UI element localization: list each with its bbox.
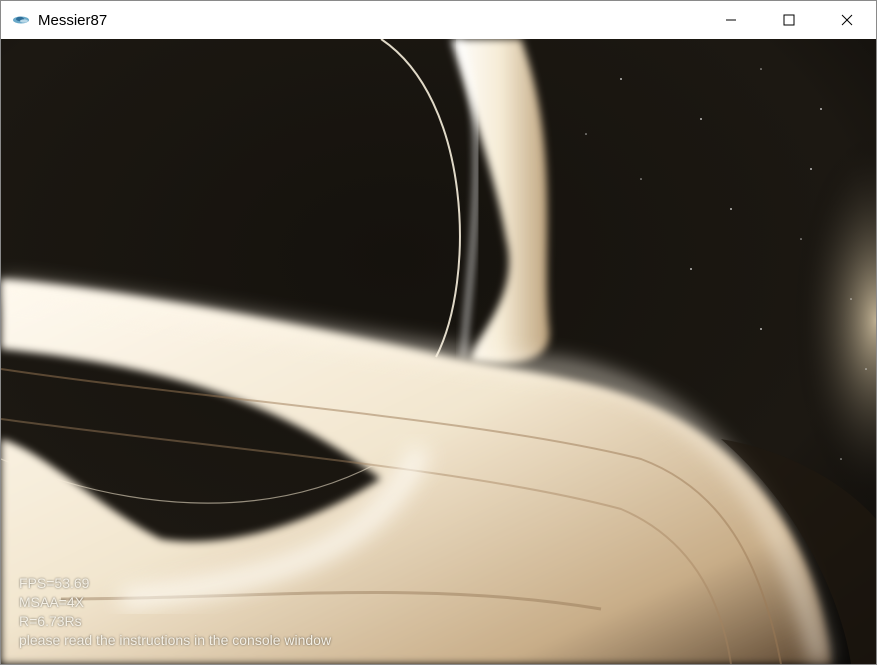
instructions-text: please read the instructions in the cons… bbox=[19, 632, 332, 648]
maximize-button[interactable] bbox=[760, 1, 818, 39]
msaa-readout: MSAA=4X bbox=[19, 594, 84, 610]
window-controls bbox=[702, 1, 876, 39]
black-hole-render bbox=[1, 39, 876, 664]
minimize-icon bbox=[726, 19, 736, 21]
app-window: Messier87 FPS=53.69 MSAA=4X R=6.73Rs ple… bbox=[0, 0, 877, 665]
stats-overlay: FPS=53.69 MSAA=4X R=6.73Rs please read t… bbox=[19, 574, 331, 650]
close-icon bbox=[841, 14, 853, 26]
maximize-icon bbox=[783, 14, 795, 26]
window-title: Messier87 bbox=[38, 11, 108, 29]
close-button[interactable] bbox=[818, 1, 876, 39]
render-viewport[interactable]: FPS=53.69 MSAA=4X R=6.73Rs please read t… bbox=[1, 39, 876, 664]
radius-readout: R=6.73Rs bbox=[19, 613, 82, 629]
minimize-button[interactable] bbox=[702, 1, 760, 39]
title-bar[interactable]: Messier87 bbox=[1, 1, 876, 39]
galaxy-icon bbox=[13, 16, 29, 24]
fps-readout: FPS=53.69 bbox=[19, 575, 90, 591]
